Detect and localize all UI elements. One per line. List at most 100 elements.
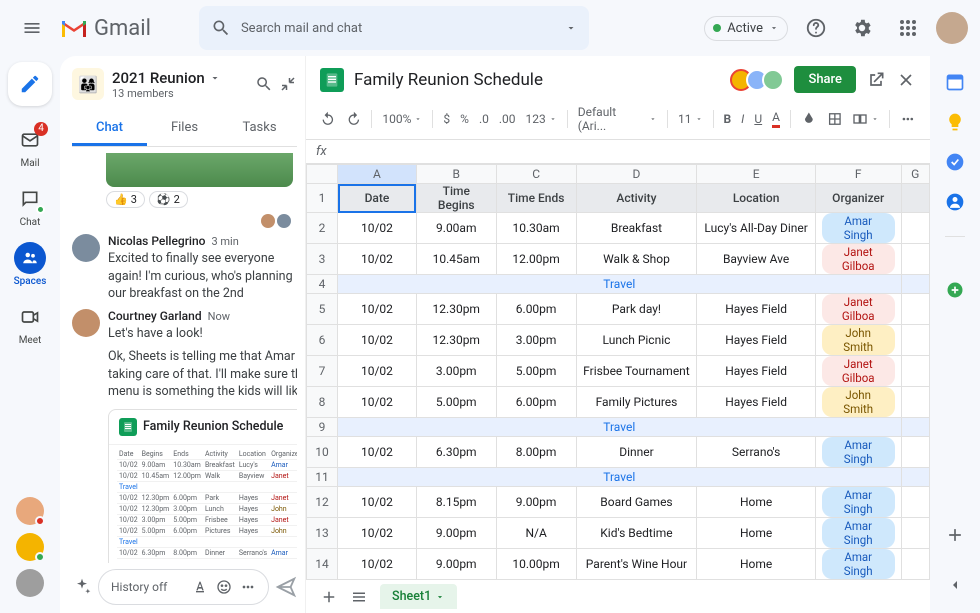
rail-mail[interactable]: 4 Mail: [2, 118, 58, 175]
underline-button[interactable]: U: [754, 112, 762, 126]
add-sheet-icon[interactable]: [320, 588, 338, 606]
apps-button[interactable]: [890, 10, 926, 46]
contacts-app-icon[interactable]: [945, 192, 965, 212]
shared-image[interactable]: [106, 153, 293, 187]
col-header[interactable]: D: [576, 165, 697, 184]
addons-app-icon[interactable]: [945, 280, 965, 300]
col-header[interactable]: G: [901, 165, 930, 184]
format-select[interactable]: 123: [526, 112, 557, 126]
space-tabs: Chat Files Tasks: [72, 112, 297, 147]
font-select[interactable]: Default (Ari...: [578, 105, 657, 133]
left-rail: 4 Mail Chat Spaces Meet: [0, 56, 60, 613]
tab-tasks[interactable]: Tasks: [222, 112, 297, 146]
rail-spaces[interactable]: Spaces: [2, 236, 58, 293]
calendar-app-icon[interactable]: [945, 72, 965, 92]
col-header[interactable]: B: [416, 165, 496, 184]
percent-button[interactable]: %: [460, 112, 469, 126]
spaces-icon: [21, 249, 39, 267]
reaction-thumbs-up[interactable]: 👍3: [106, 191, 145, 208]
collapse-icon[interactable]: [279, 75, 297, 93]
keep-app-icon[interactable]: [945, 112, 965, 132]
close-icon[interactable]: [896, 70, 916, 90]
sheet-preview-image: DateBeginsEndsActivityLocationOrganizer …: [109, 445, 297, 564]
status-pill[interactable]: Active: [704, 16, 788, 41]
sheet-footer: Sheet1: [306, 579, 930, 613]
tab-chat[interactable]: Chat: [72, 112, 147, 146]
dec2-button[interactable]: .00: [499, 112, 516, 126]
col-header[interactable]: F: [815, 165, 901, 184]
app-name: Gmail: [94, 16, 151, 41]
share-button[interactable]: Share: [794, 66, 856, 93]
send-icon[interactable]: [275, 576, 297, 598]
search-options-icon[interactable]: [565, 22, 577, 34]
zoom-select[interactable]: 100%: [382, 112, 422, 126]
message-text: Let's have a look!: [108, 325, 297, 343]
sheet-toolbar: 100% $ % .0 .00 123 Default (Ari... 11 B…: [306, 99, 930, 140]
currency-button[interactable]: $: [443, 112, 450, 126]
sheets-embed-card[interactable]: Family Reunion Schedule DateBeginsEndsAc…: [108, 409, 297, 564]
undo-icon[interactable]: [320, 111, 336, 127]
spreadsheet-grid[interactable]: A B C D E F G 1 DateTime BeginsTime Ends…: [306, 164, 930, 579]
contact-avatar-3[interactable]: [16, 569, 44, 597]
message-input[interactable]: History off: [98, 569, 269, 605]
fontsize-select[interactable]: 11: [678, 112, 703, 126]
settings-button[interactable]: [844, 10, 880, 46]
message-text: Excited to finally see everyone again! I…: [108, 250, 293, 303]
rail-meet[interactable]: Meet: [2, 295, 58, 352]
search-in-space-icon[interactable]: [255, 75, 273, 93]
sheet-panel: Family Reunion Schedule Share 100%: [306, 56, 930, 613]
tasks-app-icon[interactable]: [945, 152, 965, 172]
message-avatar: [72, 309, 100, 337]
all-sheets-icon[interactable]: [350, 588, 368, 606]
message: Courtney GarlandNow Let's have a look! O…: [72, 309, 293, 564]
compose-button[interactable]: [8, 62, 52, 106]
menu-button[interactable]: [12, 8, 52, 48]
search-icon: [211, 18, 231, 38]
contact-avatar-1[interactable]: [16, 497, 44, 525]
tab-files[interactable]: Files: [147, 112, 222, 146]
help-icon: [805, 17, 827, 39]
emoji-icon[interactable]: [216, 579, 232, 595]
gmail-logo[interactable]: Gmail: [60, 16, 151, 41]
space-avatar: 👨‍👩‍👧: [72, 68, 104, 100]
collaborator-avatars[interactable]: [736, 69, 784, 91]
help-button[interactable]: [798, 10, 834, 46]
dec-button[interactable]: .0: [479, 112, 489, 126]
meet-icon: [20, 307, 40, 327]
open-external-icon[interactable]: [866, 70, 886, 90]
space-title: 2021 Reunion: [112, 69, 205, 87]
message: Nicolas Pellegrino3 min Excited to final…: [72, 234, 293, 303]
formula-bar[interactable]: fx: [306, 140, 930, 164]
search-bar[interactable]: Search mail and chat: [199, 6, 589, 50]
gmail-icon: [60, 17, 88, 39]
sheet-tab[interactable]: Sheet1: [380, 584, 457, 609]
chevron-down-icon: [769, 23, 779, 33]
rail-chat[interactable]: Chat: [2, 177, 58, 234]
collapse-panel-button[interactable]: [947, 577, 963, 593]
chevron-down-icon[interactable]: [209, 72, 221, 84]
borders-icon[interactable]: [827, 111, 843, 127]
apps-grid-icon: [899, 19, 917, 37]
col-header[interactable]: C: [496, 165, 576, 184]
account-avatar[interactable]: [936, 12, 968, 44]
col-header[interactable]: A: [338, 165, 417, 184]
text-color-button[interactable]: A: [772, 110, 780, 128]
more-toolbar-icon[interactable]: [900, 111, 916, 127]
col-header[interactable]: E: [697, 165, 816, 184]
more-icon[interactable]: [240, 579, 256, 595]
fill-color-icon[interactable]: [801, 111, 817, 127]
reaction-soccer[interactable]: ⚽2: [149, 191, 188, 208]
italic-button[interactable]: I: [741, 112, 744, 126]
mail-badge: 4: [34, 122, 48, 136]
bold-button[interactable]: B: [724, 112, 732, 126]
redo-icon[interactable]: [346, 111, 362, 127]
format-icon[interactable]: [192, 579, 208, 595]
sheets-icon: [119, 418, 137, 436]
sheets-icon: [320, 68, 344, 92]
smart-compose-icon[interactable]: [72, 577, 92, 597]
merge-button[interactable]: [852, 111, 879, 127]
sheet-title[interactable]: Family Reunion Schedule: [354, 70, 543, 90]
add-panel-button[interactable]: [945, 525, 965, 545]
pencil-icon: [19, 73, 41, 95]
contact-avatar-2[interactable]: [16, 533, 44, 561]
